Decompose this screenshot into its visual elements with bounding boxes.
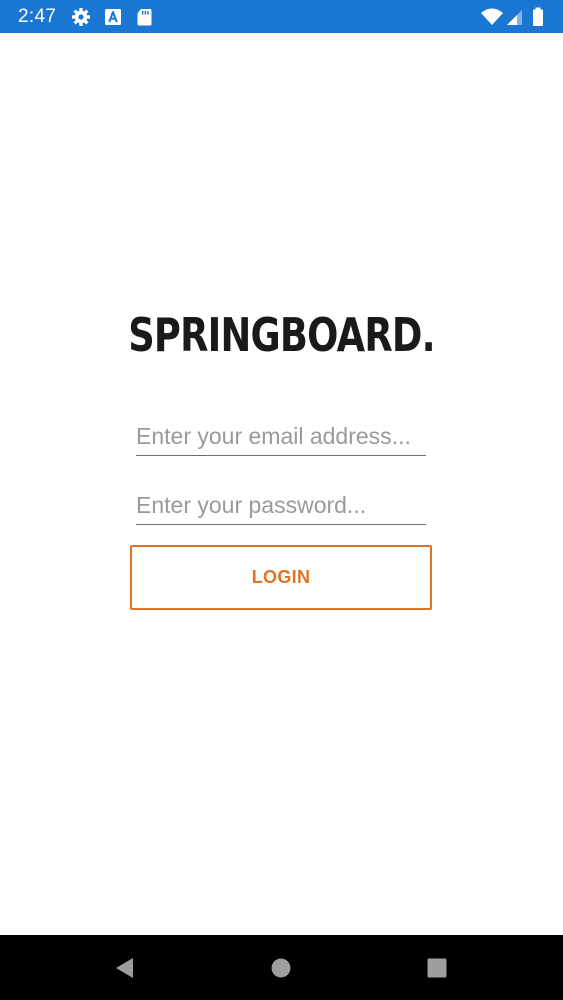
password-field[interactable] [136, 487, 426, 525]
email-field[interactable] [136, 418, 426, 456]
status-bar: 2:47 [0, 0, 563, 33]
battery-icon [531, 7, 545, 27]
signal-icon [505, 7, 525, 27]
back-icon[interactable] [112, 955, 138, 981]
gear-icon [71, 7, 91, 27]
sd-card-icon [134, 7, 154, 27]
navigation-bar [0, 935, 563, 1000]
recents-icon[interactable] [424, 955, 450, 981]
wifi-icon [480, 7, 504, 27]
status-time: 2:47 [18, 6, 57, 27]
font-a-icon [103, 7, 123, 27]
app-logo: SPRINGBOARD. [128, 308, 435, 362]
login-button[interactable]: LOGIN [130, 545, 432, 610]
home-icon[interactable] [268, 955, 294, 981]
